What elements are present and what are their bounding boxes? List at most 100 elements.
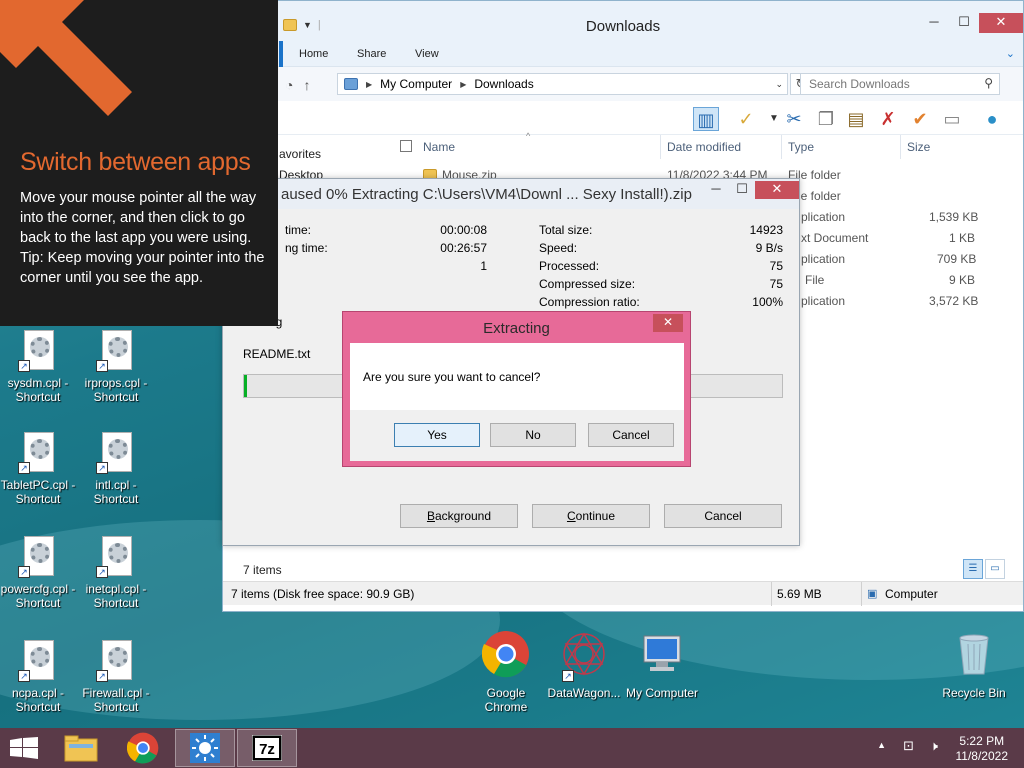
tab-share[interactable]: Share: [357, 48, 386, 60]
clock[interactable]: 5:22 PM 11/8/2022: [956, 734, 1009, 764]
file-size: 3,572 KB: [929, 294, 979, 308]
address-dropdown-icon[interactable]: ⌄: [775, 79, 783, 90]
desktop-icon-intl[interactable]: ↗ intl.cpl - Shortcut: [78, 430, 154, 506]
desktop-icon-label: inetcpl.cpl - Shortcut: [85, 582, 147, 610]
checkmark-icon[interactable]: ✔: [907, 107, 933, 131]
continue-button[interactable]: Continue: [532, 504, 650, 528]
tip-body: Move your mouse pointer all the way into…: [20, 188, 268, 288]
dialog-close-button[interactable]: ✕: [653, 314, 683, 332]
desktop-icon-chrome[interactable]: Google Chrome: [468, 630, 544, 714]
desktop-icon-my-computer[interactable]: My Computer: [624, 630, 700, 700]
desktop-icon-datawagon[interactable]: ↗ DataWagon...: [546, 630, 622, 700]
cancel-button[interactable]: Cancel: [588, 423, 674, 447]
column-type[interactable]: Type: [788, 140, 814, 154]
status-location: Computer: [885, 587, 938, 601]
no-button[interactable]: No: [490, 423, 576, 447]
back-icon[interactable]: ◔: [285, 77, 293, 93]
settings-file-icon: ↗: [96, 638, 136, 682]
tip-hint: Tip: Keep moving your pointer into the c…: [20, 250, 265, 286]
folder-check-icon[interactable]: ✓: [733, 107, 759, 131]
cut-icon[interactable]: ✂: [781, 107, 807, 131]
start-button[interactable]: [10, 737, 38, 762]
details-view-icon[interactable]: ☰: [963, 559, 983, 579]
settings-file-icon: ↗: [96, 430, 136, 474]
nav-favorites[interactable]: avorites: [279, 147, 321, 161]
globe-icon[interactable]: ●: [979, 107, 1005, 131]
background-button[interactable]: Background: [400, 504, 518, 528]
files-value: 1: [480, 259, 487, 273]
network-icon[interactable]: ⊡: [903, 738, 914, 754]
desktop-icon-recycle-bin[interactable]: Recycle Bin: [936, 630, 1012, 700]
tip-heading: Switch between apps: [20, 148, 251, 176]
file-tab-edge[interactable]: [279, 41, 283, 67]
search-icon[interactable]: ⚲: [984, 76, 993, 90]
desktop-icon-irprops[interactable]: ↗ irprops.cpl - Shortcut: [78, 328, 154, 404]
minimize-button[interactable]: ─: [919, 13, 949, 33]
column-size[interactable]: Size: [907, 140, 930, 154]
desktop-icon-inetcpl[interactable]: ↗ inetcpl.cpl - Shortcut: [78, 534, 154, 610]
taskbar-file-explorer[interactable]: [51, 729, 111, 767]
column-date-modified[interactable]: Date modified: [667, 140, 741, 154]
desktop-icon-firewall[interactable]: ↗ Firewall.cpl - Shortcut: [78, 638, 154, 714]
taskbar-chrome[interactable]: [113, 729, 173, 767]
settings-file-icon: ↗: [96, 534, 136, 578]
status-selection-size: 5.69 MB: [777, 587, 822, 601]
maximize-button[interactable]: ☐: [949, 13, 979, 33]
status-divider: [861, 582, 862, 606]
breadcrumb-downloads[interactable]: Downloads: [474, 77, 533, 91]
desktop-icon-sysdm[interactable]: ↗ sysdm.cpl - Shortcut: [0, 328, 76, 404]
up-icon[interactable]: ↑: [303, 77, 310, 93]
extract-titlebar[interactable]: aused 0% Extracting C:\Users\VM4\Downl .…: [223, 179, 799, 209]
file-type: xt Document: [801, 231, 869, 245]
command-toolbar: ▥ ✓ ▼ ✂ ❐ ▤ ✗ ✔ ▭ ●: [223, 101, 1023, 135]
chrome-icon: [127, 732, 159, 764]
yes-button[interactable]: Yes: [394, 423, 480, 447]
desktop-icon-ncpa[interactable]: ↗ ncpa.cpl - Shortcut: [0, 638, 76, 714]
large-icons-view-icon[interactable]: ▭: [985, 559, 1005, 579]
tip-text: Move your mouse pointer all the way into…: [20, 190, 257, 246]
column-header: Name ^ Date modified Type Size: [223, 131, 1023, 159]
explorer-titlebar[interactable]: ▼ | Downloads ─ ☐ ✕: [223, 1, 1023, 41]
desktop-icon-label: sysdm.cpl - Shortcut: [7, 376, 69, 404]
copy-icon[interactable]: ❐: [813, 107, 839, 131]
taskbar-7zip[interactable]: 7z: [237, 729, 297, 767]
view-switcher: ☰ ▭: [963, 559, 1005, 579]
computer-folder-icon: [344, 78, 358, 90]
settings-file-icon: ↗: [18, 534, 58, 578]
breadcrumb-my-computer[interactable]: My Computer: [380, 77, 452, 91]
select-all-checkbox[interactable]: [400, 140, 412, 152]
address-bar[interactable]: ▶ My Computer ▶ Downloads ⌄: [337, 73, 788, 95]
sort-chevron-icon: ^: [526, 131, 531, 141]
cancel-extract-button[interactable]: Cancel: [664, 504, 782, 528]
file-type: plication: [801, 252, 846, 266]
volume-muted-icon[interactable]: 🕨: [930, 738, 938, 754]
file-size: 9 KB: [949, 273, 976, 287]
desktop-icon-label: Firewall.cpl - Shortcut: [82, 686, 150, 714]
breadcrumb-chevron-icon[interactable]: ▶: [460, 80, 466, 89]
breadcrumb-chevron-icon[interactable]: ▶: [366, 80, 372, 89]
desktop-icon-powercfg[interactable]: ↗ powercfg.cpl - Shortcut: [0, 534, 76, 610]
nav-buttons: ◔ ↑: [285, 77, 310, 93]
close-button[interactable]: ✕: [755, 181, 799, 199]
ribbon-tabs: Home Share View ⌄: [223, 41, 1023, 67]
desktop-icon-label: intl.cpl - Shortcut: [93, 478, 139, 506]
dialog-title: Extracting: [483, 320, 550, 337]
settings-file-icon: ↗: [18, 430, 58, 474]
delete-icon[interactable]: ✗: [875, 107, 901, 131]
preview-pane-icon[interactable]: ▥: [693, 107, 719, 131]
show-hidden-icons-icon[interactable]: ▲: [877, 740, 886, 750]
minimize-button[interactable]: ─: [703, 181, 729, 199]
close-button[interactable]: ✕: [979, 13, 1023, 33]
paste-icon[interactable]: ▤: [843, 107, 869, 131]
expand-ribbon-icon[interactable]: ⌄: [1006, 47, 1015, 60]
tab-home[interactable]: Home: [299, 48, 328, 60]
tab-view[interactable]: View: [415, 48, 439, 60]
elapsed-time-label: time:: [285, 223, 312, 237]
rename-icon[interactable]: ▭: [939, 107, 965, 131]
taskbar-sun-app[interactable]: [175, 729, 235, 767]
column-name[interactable]: Name: [423, 140, 455, 154]
search-input[interactable]: Search Downloads ⚲: [800, 73, 1000, 95]
desktop-icon-tabletpc[interactable]: ↗ TabletPC.cpl - Shortcut: [0, 430, 76, 506]
maximize-button[interactable]: ☐: [729, 181, 755, 199]
desktop-icon-label: My Computer: [625, 686, 699, 700]
